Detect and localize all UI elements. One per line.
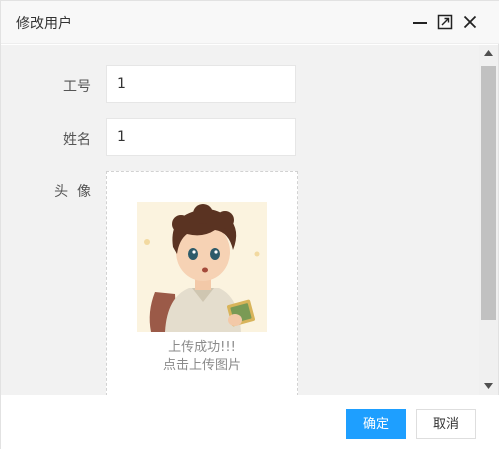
dialog-body: 工号 姓名 头 像	[1, 45, 479, 395]
employee-id-input[interactable]	[106, 65, 296, 103]
vertical-scrollbar[interactable]	[479, 45, 498, 395]
employee-id-label: 工号	[63, 79, 91, 95]
avatar-image	[137, 202, 267, 332]
close-icon[interactable]	[462, 14, 478, 30]
dialog-title: 修改用户	[16, 16, 72, 32]
upload-hint-text: 点击上传图片	[162, 358, 241, 373]
cancel-button[interactable]: 取消	[416, 409, 476, 439]
edit-user-dialog: 修改用户 工号 姓名 头 像	[0, 0, 499, 449]
upload-status-text: 上传成功!!!	[168, 340, 236, 355]
avatar-upload-area[interactable]: 上传成功!!! 点击上传图片	[106, 171, 298, 395]
scroll-up-arrow-icon[interactable]	[479, 45, 498, 62]
scrollbar-thumb[interactable]	[481, 66, 496, 320]
dialog-footer: 确定 取消	[1, 395, 499, 449]
name-label: 姓名	[63, 132, 91, 148]
confirm-button[interactable]: 确定	[346, 409, 406, 439]
minimize-icon[interactable]	[412, 14, 428, 30]
avatar-label: 头 像	[54, 184, 91, 200]
scroll-down-arrow-icon[interactable]	[479, 378, 498, 395]
maximize-icon[interactable]	[437, 14, 453, 30]
dialog-titlebar: 修改用户	[1, 1, 499, 44]
name-input[interactable]	[106, 118, 296, 156]
